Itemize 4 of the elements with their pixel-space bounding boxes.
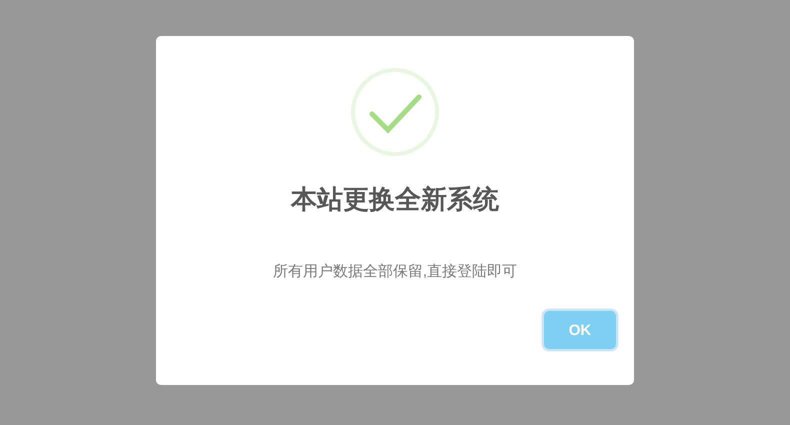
dialog-title: 本站更换全新系统 (291, 183, 499, 216)
dialog-message: 所有用户数据全部保留,直接登陆即可 (272, 262, 518, 282)
checkmark-icon (350, 67, 440, 157)
ok-button[interactable]: OK (544, 311, 616, 349)
